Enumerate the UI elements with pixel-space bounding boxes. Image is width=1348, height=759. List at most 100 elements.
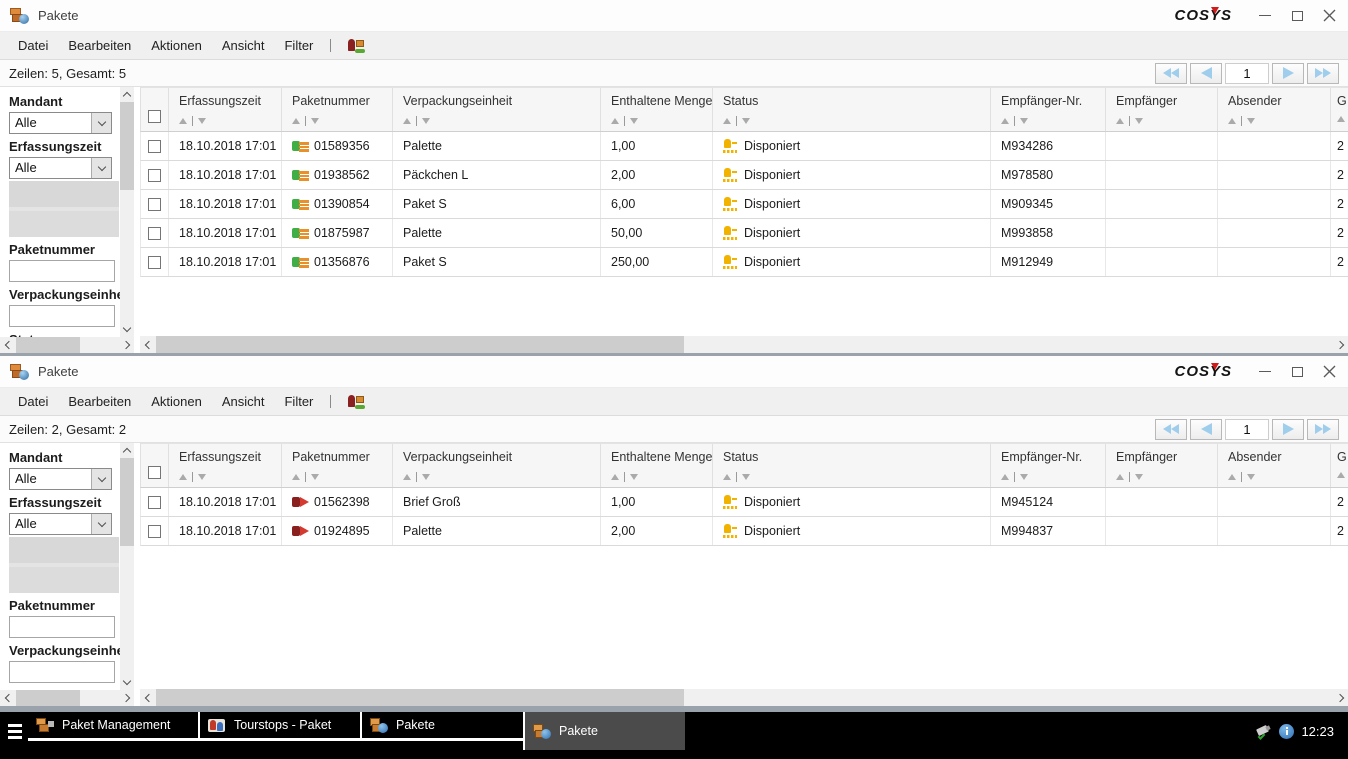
table-row[interactable]: 18.10.2018 17:01 01562398 Brief Groß 1,0… — [140, 488, 1348, 517]
next-page-button[interactable] — [1272, 63, 1304, 84]
row-checkbox[interactable] — [148, 525, 161, 538]
col-enthaltene-menge[interactable]: Enthaltene Menge — [601, 444, 713, 487]
taskbar-item-paket-management[interactable]: Paket Management — [28, 712, 198, 741]
table-row[interactable]: 18.10.2018 17:01 01589356 Palette 1,00 D… — [140, 132, 1348, 161]
col-truncated[interactable]: G — [1331, 88, 1348, 131]
sort-desc-icon[interactable] — [422, 474, 430, 480]
sort-asc-icon[interactable] — [1001, 118, 1009, 124]
sort-desc-icon[interactable] — [1020, 118, 1028, 124]
table-row[interactable]: 18.10.2018 17:01 01938562 Päckchen L 2,0… — [140, 161, 1348, 190]
sort-asc-icon[interactable] — [723, 118, 731, 124]
col-absender[interactable]: Absender — [1218, 444, 1331, 487]
minimize-button[interactable] — [1252, 361, 1278, 383]
col-status[interactable]: Status — [713, 88, 991, 131]
sidebar-horizontal-scrollbar[interactable] — [0, 337, 134, 353]
scroll-right-icon[interactable] — [1334, 336, 1348, 353]
maximize-button[interactable] — [1284, 361, 1310, 383]
sort-desc-icon[interactable] — [198, 474, 206, 480]
col-absender[interactable]: Absender — [1218, 88, 1331, 131]
sort-desc-icon[interactable] — [1020, 474, 1028, 480]
sort-desc-icon[interactable] — [742, 474, 750, 480]
menu-ansicht[interactable]: Ansicht — [212, 38, 275, 53]
sort-asc-icon[interactable] — [723, 474, 731, 480]
sort-desc-icon[interactable] — [630, 474, 638, 480]
paketnummer-input[interactable] — [9, 616, 115, 638]
sort-desc-icon[interactable] — [630, 118, 638, 124]
scroll-left-icon[interactable] — [140, 336, 154, 353]
scroll-left-icon[interactable] — [140, 689, 154, 706]
col-paketnummer[interactable]: Paketnummer — [282, 444, 393, 487]
scrollbar-thumb[interactable] — [16, 690, 80, 706]
info-tray-icon[interactable] — [1279, 724, 1294, 739]
sort-desc-icon[interactable] — [311, 474, 319, 480]
select-all-checkbox[interactable] — [148, 466, 161, 479]
next-page-button[interactable] — [1272, 419, 1304, 440]
sort-desc-icon[interactable] — [311, 118, 319, 124]
close-button[interactable] — [1316, 5, 1342, 27]
prev-page-button[interactable] — [1190, 419, 1222, 440]
sort-asc-icon[interactable] — [1337, 472, 1345, 478]
mandant-select[interactable]: Alle — [9, 468, 112, 490]
chevron-down-icon[interactable] — [91, 113, 111, 133]
col-paketnummer[interactable]: Paketnummer — [282, 88, 393, 131]
scroll-up-icon[interactable] — [120, 87, 134, 102]
sort-asc-icon[interactable] — [1116, 118, 1124, 124]
sort-desc-icon[interactable] — [742, 118, 750, 124]
taskbar-item-pakete-2-active[interactable]: Pakete — [523, 712, 685, 750]
col-enthaltene-menge[interactable]: Enthaltene Menge — [601, 88, 713, 131]
sort-asc-icon[interactable] — [292, 474, 300, 480]
sort-asc-icon[interactable] — [1001, 474, 1009, 480]
sort-asc-icon[interactable] — [611, 118, 619, 124]
table-row[interactable]: 18.10.2018 17:01 01875987 Palette 50,00 … — [140, 219, 1348, 248]
menu-bearbeiten[interactable]: Bearbeiten — [58, 394, 141, 409]
sort-desc-icon[interactable] — [198, 118, 206, 124]
clock[interactable]: 12:23 — [1301, 724, 1334, 739]
minimize-button[interactable] — [1252, 5, 1278, 27]
col-erfassungszeit[interactable]: Erfassungszeit — [169, 444, 282, 487]
sidebar-horizontal-scrollbar[interactable] — [0, 690, 134, 706]
row-checkbox[interactable] — [148, 140, 161, 153]
scrollbar-thumb[interactable] — [156, 689, 684, 706]
last-page-button[interactable] — [1307, 63, 1339, 84]
sort-asc-icon[interactable] — [1228, 118, 1236, 124]
chevron-down-icon[interactable] — [91, 514, 111, 534]
sort-asc-icon[interactable] — [403, 118, 411, 124]
menu-filter[interactable]: Filter — [274, 394, 323, 409]
menu-ansicht[interactable]: Ansicht — [212, 394, 275, 409]
col-verpackungseinheit[interactable]: Verpackungseinheit — [393, 444, 601, 487]
paketnummer-input[interactable] — [9, 260, 115, 282]
verpackungseinheit-input[interactable] — [9, 305, 115, 327]
col-empfaenger[interactable]: Empfänger — [1106, 88, 1218, 131]
scrollbar-thumb[interactable] — [156, 336, 684, 353]
first-page-button[interactable] — [1155, 63, 1187, 84]
menu-datei[interactable]: Datei — [8, 394, 58, 409]
sort-desc-icon[interactable] — [1135, 474, 1143, 480]
sort-desc-icon[interactable] — [1247, 118, 1255, 124]
verpackungseinheit-input[interactable] — [9, 661, 115, 683]
scrollbar-thumb[interactable] — [120, 458, 134, 546]
user-package-icon[interactable] — [347, 394, 365, 409]
last-page-button[interactable] — [1307, 419, 1339, 440]
menu-filter[interactable]: Filter — [274, 38, 323, 53]
scroll-down-icon[interactable] — [120, 322, 134, 337]
scroll-right-icon[interactable] — [1334, 689, 1348, 706]
mandant-select[interactable]: Alle — [9, 112, 112, 134]
prev-page-button[interactable] — [1190, 63, 1222, 84]
sort-asc-icon[interactable] — [179, 118, 187, 124]
scroll-down-icon[interactable] — [120, 675, 134, 690]
menu-aktionen[interactable]: Aktionen — [141, 38, 212, 53]
col-status[interactable]: Status — [713, 444, 991, 487]
table-horizontal-scrollbar[interactable] — [140, 336, 1348, 353]
maximize-button[interactable] — [1284, 5, 1310, 27]
sort-desc-icon[interactable] — [1247, 474, 1255, 480]
table-horizontal-scrollbar[interactable] — [140, 689, 1348, 706]
chevron-down-icon[interactable] — [91, 158, 111, 178]
menu-bearbeiten[interactable]: Bearbeiten — [58, 38, 141, 53]
taskbar-item-tourstops-paket[interactable]: Tourstops - Paket — [198, 712, 360, 741]
row-checkbox[interactable] — [148, 169, 161, 182]
table-row[interactable]: 18.10.2018 17:01 01356876 Paket S 250,00… — [140, 248, 1348, 277]
taskbar-item-pakete-1[interactable]: Pakete — [360, 712, 523, 741]
sort-desc-icon[interactable] — [422, 118, 430, 124]
col-empfaenger[interactable]: Empfänger — [1106, 444, 1218, 487]
sort-asc-icon[interactable] — [292, 118, 300, 124]
